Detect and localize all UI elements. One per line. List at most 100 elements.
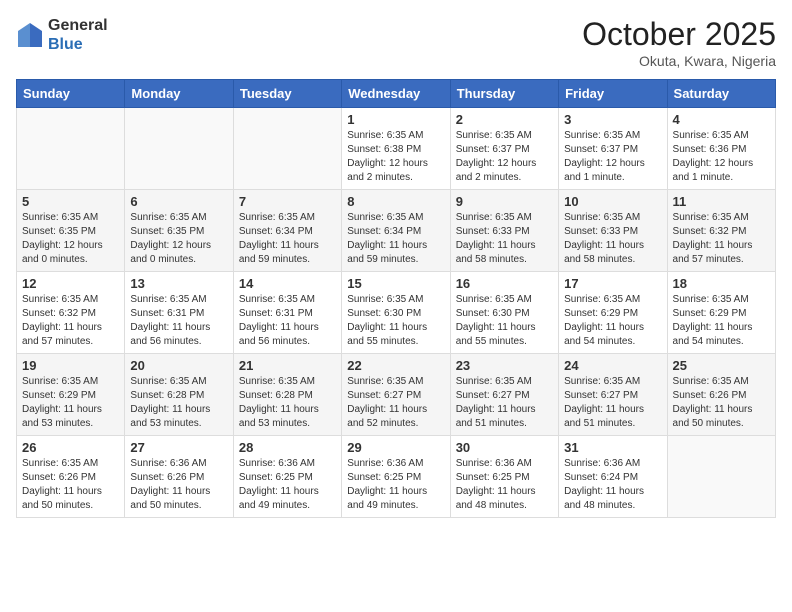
day-info: Sunrise: 6:35 AM Sunset: 6:32 PM Dayligh… xyxy=(22,293,119,349)
day-cell-19: 19Sunrise: 6:35 AM Sunset: 6:29 PM Dayli… xyxy=(17,354,125,436)
day-info: Sunrise: 6:35 AM Sunset: 6:34 PM Dayligh… xyxy=(239,211,336,267)
day-info: Sunrise: 6:35 AM Sunset: 6:29 PM Dayligh… xyxy=(22,375,119,431)
day-cell-16: 16Sunrise: 6:35 AM Sunset: 6:30 PM Dayli… xyxy=(450,272,558,354)
day-number: 9 xyxy=(456,194,553,209)
day-info: Sunrise: 6:36 AM Sunset: 6:25 PM Dayligh… xyxy=(239,457,336,513)
day-cell-3: 3 Sunrise: 6:35 AM Sunset: 6:37 PM Daylig… xyxy=(559,108,667,190)
day-number: 26 xyxy=(22,440,119,455)
day-number: 22 xyxy=(347,358,444,373)
day-header-saturday: Saturday xyxy=(667,80,775,108)
day-info: Sunrise: 6:35 AM Sunset: 6:26 PM Dayligh… xyxy=(673,375,770,431)
day-cell-10: 10Sunrise: 6:35 AM Sunset: 6:33 PM Dayli… xyxy=(559,190,667,272)
day-info: Sunrise: 6:36 AM Sunset: 6:24 PM Dayligh… xyxy=(564,457,661,513)
day-number: 13 xyxy=(130,276,227,291)
day-info: Sunrise: 6:35 AM Sunset: 6:30 PM Dayligh… xyxy=(456,293,553,349)
day-header-tuesday: Tuesday xyxy=(233,80,341,108)
day-cell-29: 29 Sunrise: 6:36 AM Sunset: 6:25 PM Dayli… xyxy=(342,436,450,518)
calendar-header-row: SundayMondayTuesdayWednesdayThursdayFrid… xyxy=(17,80,776,108)
day-number: 29 xyxy=(347,440,444,455)
day-info: Sunrise: 6:35 AM Sunset: 6:30 PM Dayligh… xyxy=(347,293,444,349)
day-info: Sunrise: 6:35 AM Sunset: 6:32 PM Dayligh… xyxy=(673,211,770,267)
day-number: 28 xyxy=(239,440,336,455)
week-row-3: 12 Sunrise: 6:35 AM Sunset: 6:32 PM Dayli… xyxy=(17,272,776,354)
day-cell-21: 21Sunrise: 6:35 AM Sunset: 6:28 PM Dayli… xyxy=(233,354,341,436)
week-row-4: 19Sunrise: 6:35 AM Sunset: 6:29 PM Dayli… xyxy=(17,354,776,436)
day-number: 3 xyxy=(564,112,661,127)
day-cell-30: 30 Sunrise: 6:36 AM Sunset: 6:25 PM Dayli… xyxy=(450,436,558,518)
title-block: October 2025 Okuta, Kwara, Nigeria xyxy=(582,16,776,69)
day-cell-11: 11 Sunrise: 6:35 AM Sunset: 6:32 PM Dayli… xyxy=(667,190,775,272)
day-cell-23: 23Sunrise: 6:35 AM Sunset: 6:27 PM Dayli… xyxy=(450,354,558,436)
day-cell-22: 22 Sunrise: 6:35 AM Sunset: 6:27 PM Dayli… xyxy=(342,354,450,436)
day-info: Sunrise: 6:35 AM Sunset: 6:35 PM Dayligh… xyxy=(22,211,119,267)
day-info: Sunrise: 6:35 AM Sunset: 6:37 PM Dayligh… xyxy=(564,129,661,185)
day-info: Sunrise: 6:35 AM Sunset: 6:37 PM Dayligh… xyxy=(456,129,553,185)
day-info: Sunrise: 6:35 AM Sunset: 6:27 PM Dayligh… xyxy=(347,375,444,431)
empty-cell xyxy=(125,108,233,190)
day-number: 7 xyxy=(239,194,336,209)
day-info: Sunrise: 6:35 AM Sunset: 6:28 PM Dayligh… xyxy=(239,375,336,431)
day-cell-7: 7 Sunrise: 6:35 AM Sunset: 6:34 PM Daylig… xyxy=(233,190,341,272)
day-cell-12: 12 Sunrise: 6:35 AM Sunset: 6:32 PM Dayli… xyxy=(17,272,125,354)
month-title: October 2025 xyxy=(582,16,776,53)
day-cell-1: 1Sunrise: 6:35 AM Sunset: 6:38 PM Daylig… xyxy=(342,108,450,190)
empty-cell xyxy=(17,108,125,190)
day-cell-17: 17Sunrise: 6:35 AM Sunset: 6:29 PM Dayli… xyxy=(559,272,667,354)
day-cell-6: 6Sunrise: 6:35 AM Sunset: 6:35 PM Daylig… xyxy=(125,190,233,272)
day-number: 27 xyxy=(130,440,227,455)
day-cell-4: 4 Sunrise: 6:35 AM Sunset: 6:36 PM Daylig… xyxy=(667,108,775,190)
day-number: 17 xyxy=(564,276,661,291)
day-info: Sunrise: 6:35 AM Sunset: 6:36 PM Dayligh… xyxy=(673,129,770,185)
day-number: 2 xyxy=(456,112,553,127)
day-info: Sunrise: 6:35 AM Sunset: 6:31 PM Dayligh… xyxy=(239,293,336,349)
week-row-1: 1Sunrise: 6:35 AM Sunset: 6:38 PM Daylig… xyxy=(17,108,776,190)
week-row-5: 26 Sunrise: 6:35 AM Sunset: 6:26 PM Dayli… xyxy=(17,436,776,518)
day-header-sunday: Sunday xyxy=(17,80,125,108)
day-number: 24 xyxy=(564,358,661,373)
day-number: 4 xyxy=(673,112,770,127)
week-row-2: 5 Sunrise: 6:35 AM Sunset: 6:35 PM Daylig… xyxy=(17,190,776,272)
empty-cell xyxy=(667,436,775,518)
day-info: Sunrise: 6:36 AM Sunset: 6:25 PM Dayligh… xyxy=(456,457,553,513)
logo-text: General Blue xyxy=(48,16,108,54)
calendar-table: SundayMondayTuesdayWednesdayThursdayFrid… xyxy=(16,79,776,518)
day-info: Sunrise: 6:36 AM Sunset: 6:25 PM Dayligh… xyxy=(347,457,444,513)
day-number: 11 xyxy=(673,194,770,209)
logo: General Blue xyxy=(16,16,108,54)
day-number: 18 xyxy=(673,276,770,291)
day-number: 6 xyxy=(130,194,227,209)
day-cell-9: 9 Sunrise: 6:35 AM Sunset: 6:33 PM Daylig… xyxy=(450,190,558,272)
day-info: Sunrise: 6:36 AM Sunset: 6:26 PM Dayligh… xyxy=(130,457,227,513)
day-number: 14 xyxy=(239,276,336,291)
day-info: Sunrise: 6:35 AM Sunset: 6:34 PM Dayligh… xyxy=(347,211,444,267)
logo-icon xyxy=(16,21,44,49)
day-number: 20 xyxy=(130,358,227,373)
day-info: Sunrise: 6:35 AM Sunset: 6:27 PM Dayligh… xyxy=(564,375,661,431)
day-cell-26: 26 Sunrise: 6:35 AM Sunset: 6:26 PM Dayli… xyxy=(17,436,125,518)
day-info: Sunrise: 6:35 AM Sunset: 6:27 PM Dayligh… xyxy=(456,375,553,431)
day-cell-24: 24 Sunrise: 6:35 AM Sunset: 6:27 PM Dayli… xyxy=(559,354,667,436)
day-info: Sunrise: 6:35 AM Sunset: 6:33 PM Dayligh… xyxy=(456,211,553,267)
day-info: Sunrise: 6:35 AM Sunset: 6:29 PM Dayligh… xyxy=(673,293,770,349)
day-number: 10 xyxy=(564,194,661,209)
day-number: 31 xyxy=(564,440,661,455)
day-info: Sunrise: 6:35 AM Sunset: 6:26 PM Dayligh… xyxy=(22,457,119,513)
day-cell-15: 15Sunrise: 6:35 AM Sunset: 6:30 PM Dayli… xyxy=(342,272,450,354)
day-cell-13: 13Sunrise: 6:35 AM Sunset: 6:31 PM Dayli… xyxy=(125,272,233,354)
day-info: Sunrise: 6:35 AM Sunset: 6:28 PM Dayligh… xyxy=(130,375,227,431)
day-cell-25: 25 Sunrise: 6:35 AM Sunset: 6:26 PM Dayli… xyxy=(667,354,775,436)
empty-cell xyxy=(233,108,341,190)
page-header: General Blue October 2025 Okuta, Kwara, … xyxy=(16,16,776,69)
day-number: 12 xyxy=(22,276,119,291)
day-cell-14: 14 Sunrise: 6:35 AM Sunset: 6:31 PM Dayli… xyxy=(233,272,341,354)
day-header-wednesday: Wednesday xyxy=(342,80,450,108)
day-number: 30 xyxy=(456,440,553,455)
day-number: 5 xyxy=(22,194,119,209)
location-subtitle: Okuta, Kwara, Nigeria xyxy=(582,53,776,69)
day-cell-27: 27 Sunrise: 6:36 AM Sunset: 6:26 PM Dayli… xyxy=(125,436,233,518)
day-header-monday: Monday xyxy=(125,80,233,108)
day-number: 25 xyxy=(673,358,770,373)
day-cell-8: 8Sunrise: 6:35 AM Sunset: 6:34 PM Daylig… xyxy=(342,190,450,272)
day-cell-5: 5 Sunrise: 6:35 AM Sunset: 6:35 PM Daylig… xyxy=(17,190,125,272)
day-header-thursday: Thursday xyxy=(450,80,558,108)
